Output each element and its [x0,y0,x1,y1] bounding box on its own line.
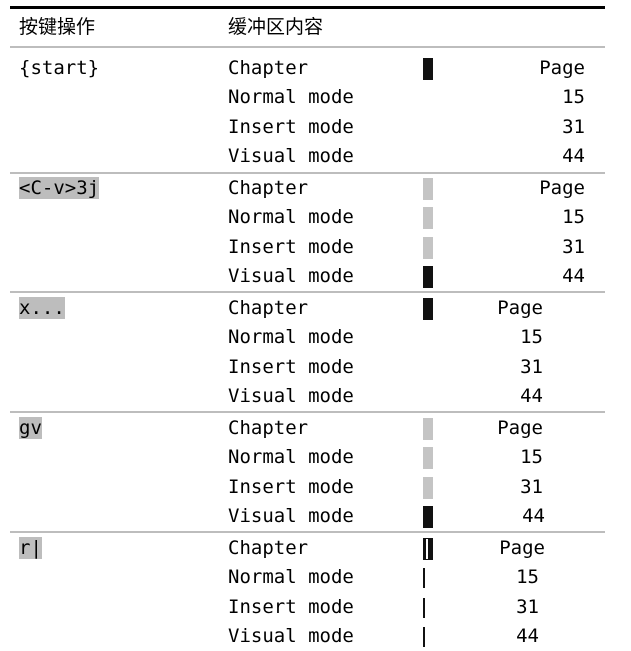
top-rule [10,6,605,9]
buffer-line: Chapter [228,537,309,559]
buffer-line: Chapter [228,417,309,439]
page-value: 31 [562,116,585,138]
page-value: Page [497,417,543,439]
visual-block-selection [423,207,433,229]
cursor-block [423,58,433,80]
page-value: 44 [520,385,543,407]
visual-block-selection [423,178,433,200]
page-value: 44 [562,145,585,167]
buffer-line: Normal mode [228,86,354,108]
page-value: 44 [562,265,585,287]
buffer-line: Chapter [228,177,309,199]
buffer-line: Visual mode [228,505,354,527]
page-value: Page [499,537,545,559]
buffer-line: Chapter [228,57,309,79]
cursor-block [423,538,433,560]
visual-block-selection [423,477,433,499]
visual-block-selection [423,447,433,469]
visual-block-selection [423,237,433,259]
cursor-block [423,506,433,528]
row-divider [10,411,605,413]
header-buffer: 缓冲区内容 [228,16,324,38]
buffer-line: Normal mode [228,206,354,228]
page-value: 15 [520,326,543,348]
header-keys: 按键操作 [19,16,96,38]
pipe-char [423,627,425,647]
page-value: 31 [520,356,543,378]
pipe-char-in-cursor [426,539,428,559]
page-value: 31 [520,476,543,498]
page-value: Page [539,177,585,199]
buffer-line: Insert mode [228,356,354,378]
page-value: Page [539,57,585,79]
buffer-line: Insert mode [228,236,354,258]
page-value: 15 [516,566,539,588]
page-value: Page [497,297,543,319]
keystroke-highlight: r| [19,537,42,559]
buffer-line: Visual mode [228,145,354,167]
keystroke-gv: gv [19,414,42,443]
page-value: 15 [520,446,543,468]
keystroke-highlight: x... [19,297,65,319]
header-rule [10,46,605,48]
cursor-block [423,266,433,288]
buffer-line: Insert mode [228,596,354,618]
row-divider [10,531,605,533]
buffer-line: Normal mode [228,446,354,468]
page-value: 15 [562,86,585,108]
pipe-char [423,568,425,588]
pipe-char [423,598,425,618]
keystroke-start: {start} [19,57,100,79]
buffer-line: Visual mode [228,625,354,647]
buffer-line: Visual mode [228,385,354,407]
keystroke-highlight: <C-v>3j [19,177,100,199]
cursor-block [423,298,433,320]
row-divider [10,291,605,293]
keystroke-ctrl-v-3j: <C-v>3j [19,174,100,203]
buffer-line: Normal mode [228,566,354,588]
page-value: 44 [522,505,545,527]
page-value: 31 [562,236,585,258]
page-value: 15 [562,206,585,228]
buffer-line: Normal mode [228,326,354,348]
keystroke-highlight: gv [19,417,42,439]
buffer-line: Insert mode [228,116,354,138]
buffer-line: Chapter [228,297,309,319]
page-value: 44 [516,625,539,647]
keystroke-r-pipe: r| [19,534,42,563]
buffer-line: Visual mode [228,265,354,287]
visual-block-selection [423,418,433,440]
page-value: 31 [516,596,539,618]
keystroke-x-dots: x... [19,294,65,323]
buffer-line: Insert mode [228,476,354,498]
